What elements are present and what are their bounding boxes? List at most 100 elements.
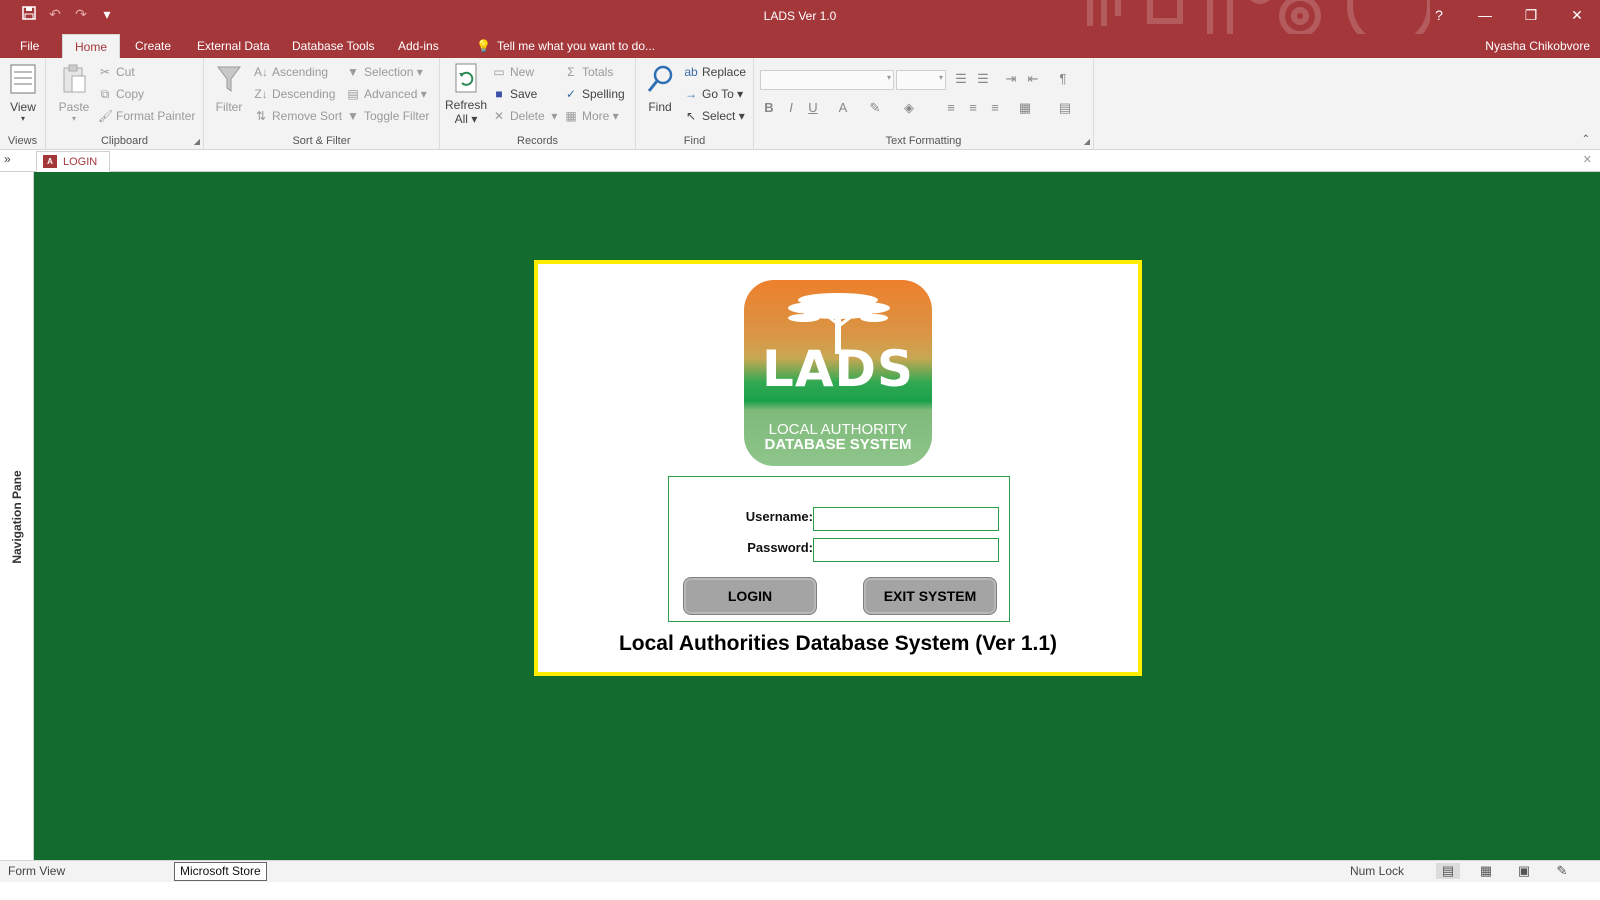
align-center-icon[interactable]: ≡ <box>964 100 982 115</box>
ribbon: View ▾ Views Paste ▾ ✂ Cut ⧉ Copy 🖌 Format … <box>0 58 1600 150</box>
form-view-icon[interactable]: ▤ <box>1436 863 1460 879</box>
more-label: More <box>582 109 610 123</box>
tab-home[interactable]: Home <box>62 34 120 58</box>
password-label: Password: <box>747 540 813 555</box>
navigation-pane[interactable]: Navigation Pane <box>0 172 34 880</box>
lightbulb-icon: 💡 <box>476 39 491 53</box>
underline-button[interactable]: U <box>804 100 822 115</box>
help-icon[interactable]: ? <box>1416 0 1462 32</box>
remove-sort-label: Remove Sort <box>272 109 343 123</box>
replace-button[interactable]: ab Replace <box>684 65 746 79</box>
spelling-button[interactable]: ✓ Spelling <box>564 87 625 101</box>
selection-button[interactable]: ▼ Selection ▾ <box>346 65 423 79</box>
italic-button[interactable]: I <box>782 100 800 115</box>
design-view-icon[interactable]: ✎ <box>1550 863 1574 879</box>
cut-label: Cut <box>116 65 135 79</box>
password-input[interactable] <box>813 538 999 562</box>
expand-nav-pane-icon[interactable]: » <box>4 152 11 166</box>
copy-button[interactable]: ⧉ Copy <box>98 87 144 102</box>
arrow-right-icon: → <box>685 87 697 101</box>
num-lock-indicator: Num Lock <box>1349 864 1404 878</box>
refresh-icon <box>451 62 481 94</box>
align-right-icon[interactable]: ≡ <box>986 100 1004 115</box>
gridlines-icon[interactable]: ▦ <box>1016 100 1034 116</box>
paste-button[interactable]: Paste ▾ <box>56 64 92 123</box>
scissors-icon: ✂ <box>99 65 111 79</box>
exit-system-button[interactable]: EXIT SYSTEM <box>863 577 997 615</box>
cut-button[interactable]: ✂ Cut <box>98 65 135 79</box>
goto-button[interactable]: → Go To ▾ <box>684 87 743 101</box>
tell-me-search[interactable]: 💡 Tell me what you want to do... <box>476 34 655 58</box>
font-color-icon[interactable]: A <box>834 100 852 115</box>
ribbon-tabs: File Home Create External Data Database … <box>0 34 1600 58</box>
tell-me-text: Tell me what you want to do... <box>496 39 656 53</box>
layout-view-icon[interactable]: ▣ <box>1512 863 1536 879</box>
status-bar: Form View Microsoft Store Num Lock ▤ ▦ ▣… <box>0 860 1600 882</box>
filter-button[interactable]: Filter <box>212 64 246 114</box>
toggle-filter-label: Toggle Filter <box>364 109 430 123</box>
title-bar: ↶ ↷ ▾ LADS Ver 1.0 ? — ❐ ✕ <box>0 0 1600 34</box>
descending-label: Descending <box>272 87 336 101</box>
remove-sort-button[interactable]: ⇅ Remove Sort <box>254 109 342 123</box>
more-button[interactable]: ▦ More ▾ <box>564 109 618 123</box>
toggle-filter-button[interactable]: ▼ Toggle Filter <box>346 109 429 123</box>
remove-sort-icon: ⇅ <box>255 109 267 123</box>
minimize-button[interactable]: — <box>1462 0 1508 32</box>
login-button[interactable]: LOGIN <box>683 577 817 615</box>
sigma-icon: Σ <box>567 65 575 79</box>
copy-icon: ⧉ <box>100 87 110 101</box>
format-painter-label: Format Painter <box>116 109 196 123</box>
user-name[interactable]: Nyasha Chikobvore <box>1485 34 1590 58</box>
sort-ascending-icon: A↓ <box>254 65 269 79</box>
datasheet-view-icon[interactable]: ▦ <box>1474 863 1498 879</box>
text-formatting-launcher-icon[interactable]: ◢ <box>1084 137 1090 146</box>
restore-button[interactable]: ❐ <box>1508 0 1554 32</box>
spelling-label: Spelling <box>582 87 625 101</box>
descending-button[interactable]: Z↓ Descending <box>254 87 335 101</box>
view-button[interactable]: View ▾ <box>6 64 40 123</box>
fill-color-icon[interactable]: ◈ <box>900 100 918 116</box>
numbering-icon[interactable]: ☰ <box>974 71 992 87</box>
group-sort-filter: Filter A↓ Ascending Z↓ Descending ⇅ Remove … <box>204 58 440 150</box>
paragraph-direction-icon[interactable]: ¶ <box>1054 71 1072 86</box>
font-name-select[interactable]: ▾ <box>760 70 894 90</box>
align-left-icon[interactable]: ≡ <box>942 100 960 115</box>
selection-filter-icon: ▼ <box>347 65 359 79</box>
tab-database-tools[interactable]: Database Tools <box>284 34 383 58</box>
bold-button[interactable]: B <box>760 100 778 115</box>
indent-increase-icon[interactable]: ⇥ <box>1002 71 1020 87</box>
credentials-box: Username: Password: LOGIN EXIT SYSTEM <box>668 476 1010 622</box>
bullets-icon[interactable]: ☰ <box>952 71 970 87</box>
totals-button[interactable]: Σ Totals <box>564 65 613 79</box>
tab-login-form[interactable]: A LOGIN <box>36 151 111 172</box>
format-painter-button[interactable]: 🖌 Format Painter <box>98 109 195 123</box>
selection-label: Selection <box>364 65 414 79</box>
sort-filter-group-label: Sort & Filter <box>292 135 351 147</box>
close-object-icon[interactable]: ✕ <box>1583 153 1592 166</box>
font-size-select[interactable]: ▾ <box>896 70 946 90</box>
save-record-button[interactable]: ■ Save <box>492 87 537 101</box>
refresh-all-button[interactable]: Refresh All ▾ <box>444 62 488 126</box>
tab-add-ins[interactable]: Add-ins <box>390 34 447 58</box>
view-icon <box>8 64 38 96</box>
find-button[interactable]: Find <box>642 64 678 114</box>
toggle-filter-icon: ▼ <box>347 109 359 123</box>
select-button[interactable]: ↖ Select ▾ <box>684 109 745 123</box>
refresh-label: Refresh <box>444 98 488 112</box>
login-tab-label: LOGIN <box>63 155 98 168</box>
collapse-ribbon-icon[interactable]: ⌃ <box>1582 134 1590 145</box>
more-icon: ▦ <box>565 109 577 123</box>
close-button[interactable]: ✕ <box>1554 0 1600 32</box>
tab-file[interactable]: File <box>12 34 47 58</box>
highlight-icon[interactable]: ✎ <box>866 100 884 116</box>
new-record-button[interactable]: ▭ New <box>492 65 534 79</box>
dialog-launcher-icon[interactable]: ◢ <box>194 137 200 146</box>
tab-create[interactable]: Create <box>127 34 179 58</box>
indent-decrease-icon[interactable]: ⇤ <box>1024 71 1042 87</box>
delete-record-button[interactable]: ✕ Delete ▾ <box>492 109 557 123</box>
tab-external-data[interactable]: External Data <box>189 34 278 58</box>
username-input[interactable] <box>813 507 999 531</box>
ascending-button[interactable]: A↓ Ascending <box>254 65 328 79</box>
alternate-row-color-icon[interactable]: ▤ <box>1056 100 1074 116</box>
advanced-button[interactable]: ▤ Advanced ▾ <box>346 87 426 101</box>
